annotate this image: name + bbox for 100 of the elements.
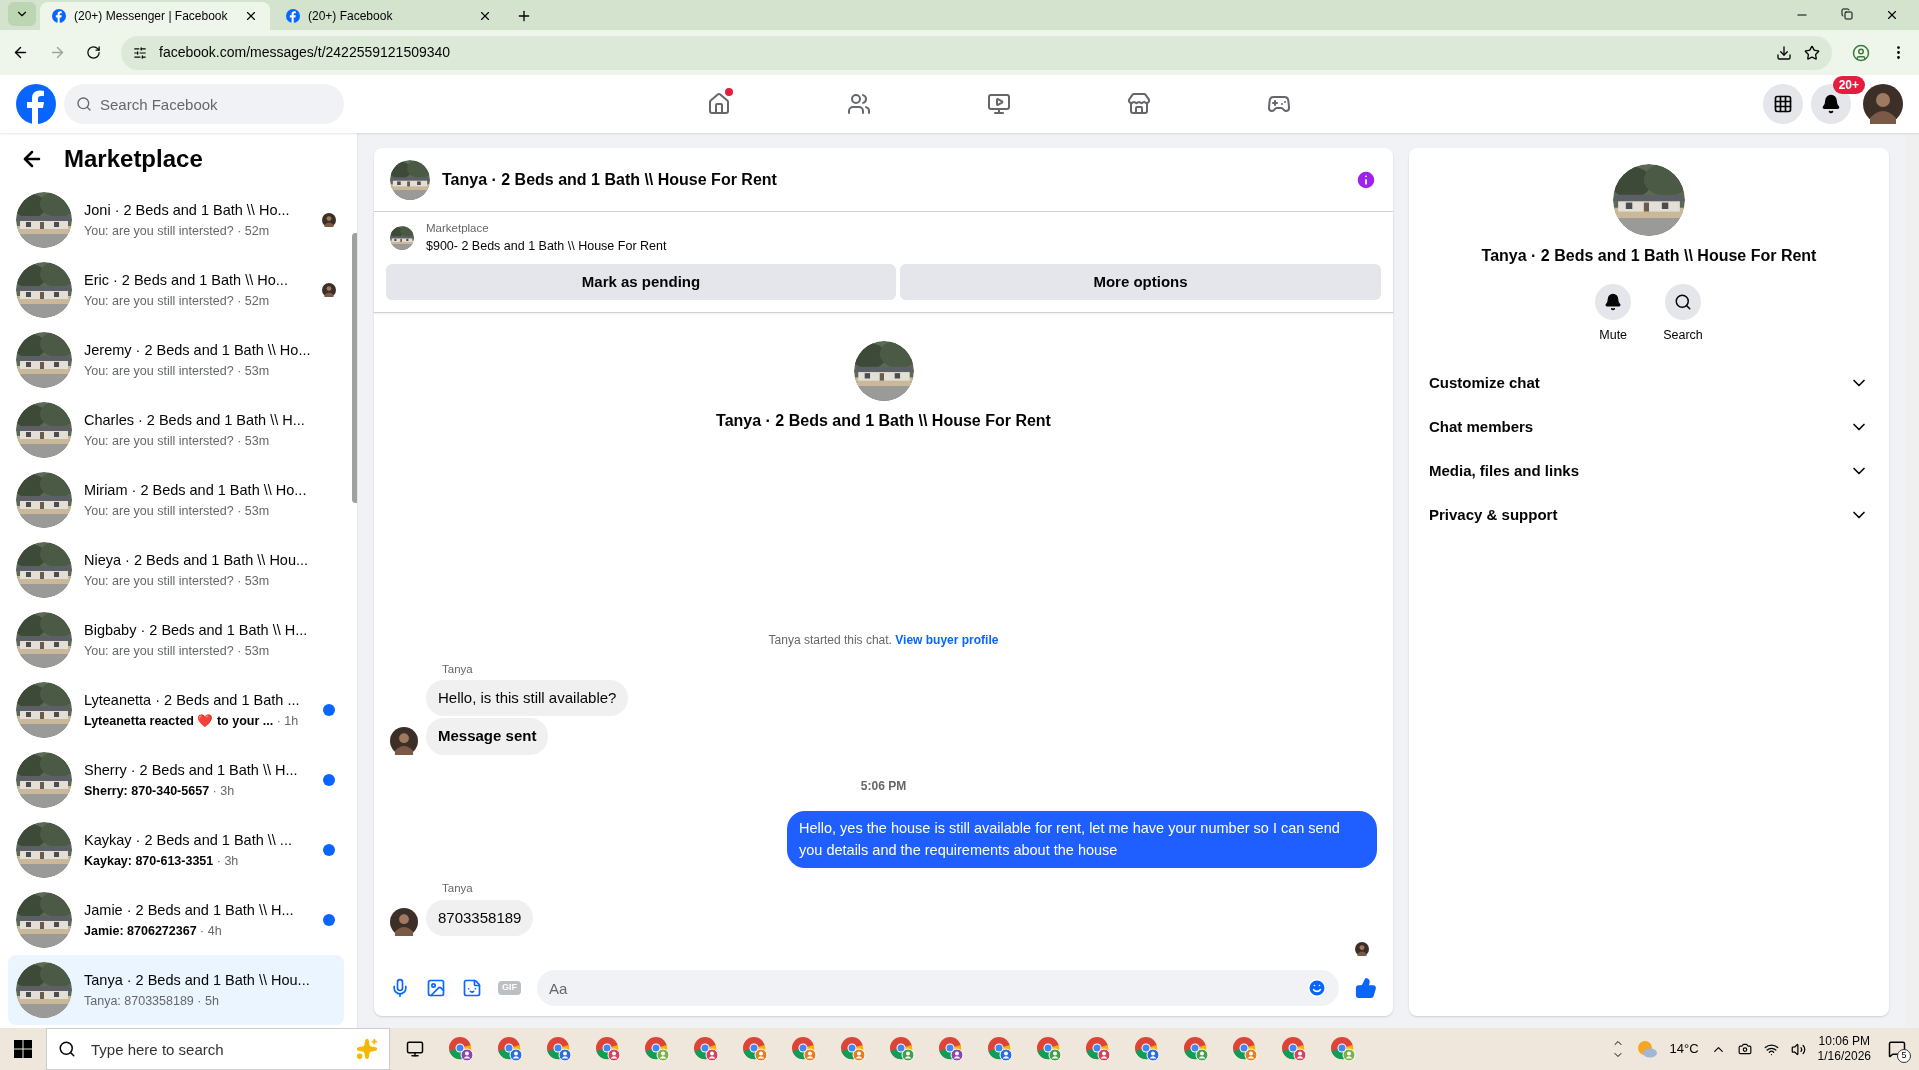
sidebar-title: Marketplace — [64, 144, 203, 174]
conversation-item[interactable]: Sherry · 2 Beds and 1 Bath \\ H... Sherry: 870-340-5657 · 3h — [8, 745, 345, 815]
notification-count: 5 — [1897, 1049, 1911, 1063]
facebook-logo-icon — [52, 9, 66, 23]
friends-icon — [846, 92, 871, 116]
details-section[interactable]: Chat members — [1421, 404, 1877, 449]
profile-icon[interactable] — [1852, 43, 1870, 62]
install-icon[interactable] — [1776, 44, 1792, 61]
browser-tab[interactable]: (20+) Messenger | Facebook — [40, 2, 270, 30]
sticker-icon[interactable] — [462, 978, 482, 998]
windows-logo-icon — [14, 1040, 32, 1058]
browser-icon[interactable] — [448, 1036, 474, 1062]
browser-icon[interactable] — [1134, 1036, 1160, 1062]
browser-icon[interactable] — [595, 1036, 621, 1062]
conversation-item[interactable]: Eric · 2 Beds and 1 Bath \\ Ho... You: are you still intersted? · 52m — [8, 255, 345, 325]
system-message: Tanya started this chat. View buyer profile — [768, 631, 999, 649]
browser-icon[interactable] — [791, 1036, 817, 1062]
grid-icon — [1773, 94, 1793, 114]
conversation-title: Kaykay · 2 Beds and 1 Bath \\ ... — [84, 830, 293, 850]
like-icon[interactable] — [1355, 977, 1377, 999]
browser-icon[interactable] — [742, 1036, 768, 1062]
weather-icon — [1635, 1039, 1658, 1059]
browser-icon[interactable] — [693, 1036, 719, 1062]
listing-name[interactable]: $900- 2 Beds and 1 Bath \\ House For Rent — [426, 237, 667, 256]
sender-name: Tanya — [442, 661, 474, 677]
volume-icon[interactable] — [1790, 1041, 1806, 1057]
details-section[interactable]: Customize chat — [1421, 360, 1877, 405]
notification-center-button[interactable]: 5 — [1883, 1035, 1911, 1063]
bookmark-star-icon[interactable] — [1804, 44, 1820, 61]
task-view-icon[interactable] — [406, 1040, 424, 1058]
conversation-preview: You: are you still intersted? · 53m — [84, 502, 271, 520]
conversation-preview: You: are you still intersted? · 53m — [84, 642, 271, 660]
section-label: Chat members — [1429, 416, 1535, 437]
photo-icon[interactable] — [426, 978, 446, 998]
details-section[interactable]: Media, files and links — [1421, 448, 1877, 493]
browser-icon[interactable] — [1085, 1036, 1111, 1062]
timestamp: 5:06 PM — [860, 777, 907, 795]
restore-icon[interactable] — [1841, 8, 1853, 20]
reload-icon[interactable] — [86, 45, 101, 60]
conversation-item[interactable]: Bigbaby · 2 Beds and 1 Bath \\ H... You: are you still intersted? · 53m — [8, 605, 345, 675]
conversation-item[interactable]: Jeremy · 2 Beds and 1 Bath \\ Ho... You: are you still intersted? · 53m — [8, 325, 345, 395]
conversation-item[interactable]: Jamie · 2 Beds and 1 Bath \\ H... Jamie: 8706272367 · 4h — [8, 885, 345, 955]
browser-icon[interactable] — [1183, 1036, 1209, 1062]
conversation-item[interactable]: Kaykay · 2 Beds and 1 Bath \\ ... Kaykay: 870-613-3351 · 3h — [8, 815, 345, 885]
details-section[interactable]: Privacy & support — [1421, 492, 1877, 537]
browser-icon[interactable] — [889, 1036, 915, 1062]
clock-time: 10:06 PM — [1818, 1034, 1870, 1049]
listing-button[interactable]: More options — [900, 264, 1381, 300]
browser-icon[interactable] — [1232, 1036, 1258, 1062]
listing-label: Marketplace — [426, 221, 490, 236]
listing-button[interactable]: Mark as pending — [386, 264, 896, 300]
browser-icon[interactable] — [1330, 1036, 1356, 1062]
info-icon[interactable] — [1355, 168, 1377, 191]
conversation-title: Nieya · 2 Beds and 1 Bath \\ Hou... — [84, 550, 310, 570]
browser-icon[interactable] — [840, 1036, 866, 1062]
message-field[interactable]: Aa — [537, 970, 1339, 1006]
section-label: Customize chat — [1429, 372, 1541, 393]
microphone-icon[interactable] — [390, 978, 410, 998]
back-icon[interactable] — [12, 44, 29, 61]
url-text: facebook.com/messages/t/2422559121509340 — [159, 43, 452, 62]
facebook-logo-icon[interactable] — [16, 84, 56, 124]
search-button[interactable] — [1665, 284, 1701, 320]
action-label: Search — [1663, 327, 1703, 344]
view-profile-link[interactable]: View buyer profile — [895, 632, 999, 647]
browser-icon[interactable] — [497, 1036, 523, 1062]
sender-name: Tanya — [442, 881, 474, 897]
conversation-preview: Lyteanetta reacted ❤ to your ... · 1h — [84, 712, 300, 730]
close-icon[interactable] — [244, 9, 258, 23]
clock-date: 1/16/2026 — [1817, 1049, 1871, 1064]
read-receipt-avatar — [1355, 942, 1369, 956]
conversation-item[interactable]: Lyteanetta · 2 Beds and 1 Bath ... Lyteanetta reacted ❤ to your ... · 1h — [8, 675, 345, 745]
conversation-item[interactable]: Nieya · 2 Beds and 1 Bath \\ Hou... You: are you still intersted? · 53m — [8, 535, 345, 605]
page-scrollbar[interactable] — [1905, 133, 1919, 1028]
conversation-item[interactable]: Tanya · 2 Beds and 1 Bath \\ Hou... Tanya: 8703358189 · 5h — [8, 955, 345, 1025]
browser-icon[interactable] — [1281, 1036, 1307, 1062]
browser-tab[interactable]: (20+) Facebook — [274, 2, 504, 30]
browser-icon[interactable] — [644, 1036, 670, 1062]
browser-icon[interactable] — [1036, 1036, 1062, 1062]
browser-icon[interactable] — [938, 1036, 964, 1062]
close-icon[interactable] — [478, 9, 492, 23]
marketplace-icon — [1126, 92, 1151, 116]
browser-icon[interactable] — [987, 1036, 1013, 1062]
taskbar-search-field[interactable]: Type here to search — [46, 1028, 390, 1070]
profile-title: Tanya · 2 Beds and 1 Bath \\ House For Rent — [716, 411, 1051, 431]
conversation-item[interactable]: Miriam · 2 Beds and 1 Bath \\ Ho... You: are you still intersted? · 53m — [8, 465, 345, 535]
conversation-item[interactable]: Joni · 2 Beds and 1 Bath \\ Ho... You: are you still intersted? · 52m — [8, 185, 345, 255]
mute-button[interactable] — [1595, 284, 1632, 320]
tab-search-button[interactable] — [8, 2, 36, 26]
address-bar[interactable]: facebook.com/messages/t/2422559121509340 — [121, 35, 1832, 70]
conversation-title: Bigbaby · 2 Beds and 1 Bath \\ H... — [84, 620, 309, 640]
close-icon[interactable] — [1885, 8, 1899, 22]
new-tab-icon[interactable] — [516, 8, 532, 24]
network-icon[interactable] — [1763, 1041, 1779, 1057]
conversation-title: Jeremy · 2 Beds and 1 Bath \\ Ho... — [84, 340, 311, 360]
browser-icon[interactable] — [546, 1036, 572, 1062]
conversation-item[interactable]: Charles · 2 Beds and 1 Bath \\ H... You: are you still intersted? · 53m — [8, 395, 345, 465]
camera-icon — [1737, 1042, 1752, 1056]
search-field[interactable]: Search Facebook — [64, 84, 344, 124]
menu-button[interactable] — [1763, 84, 1803, 124]
conversation-title: Miriam · 2 Beds and 1 Bath \\ Ho... — [84, 480, 308, 500]
